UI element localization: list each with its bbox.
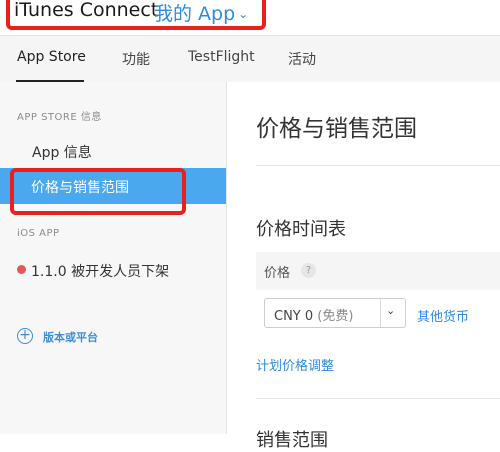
page-title: 价格与销售范围 — [256, 116, 417, 142]
price-select[interactable]: CNY 0 (免费) ⌄ — [264, 298, 406, 328]
price-select-note: (免费) — [317, 309, 354, 324]
sidebar: APP STORE 信息 App 信息 价格与销售范围 iOS APP 1.1.… — [0, 82, 227, 434]
price-select-value: CNY 0 (免费) — [274, 305, 353, 324]
top-tabs: App Store 功能 TestFlight 活动 — [0, 35, 500, 83]
sidebar-section-app-store: APP STORE 信息 — [17, 112, 102, 123]
sidebar-item-version[interactable]: 1.1.0 被开发人员下架 — [31, 261, 169, 281]
divider — [256, 398, 500, 399]
other-currencies-link[interactable]: 其他货币 — [417, 306, 469, 325]
highlight-annotation-top — [6, 0, 266, 30]
chevron-down-icon: ⌄ — [386, 304, 396, 317]
price-label: 价格 — [264, 266, 291, 281]
sidebar-section-ios-app: iOS APP — [17, 228, 60, 239]
availability-heading: 销售范围 — [256, 430, 328, 451]
top-bar: iTunes Connect 我的 App ⌄ — [0, 0, 500, 34]
highlight-annotation-sidebar — [10, 168, 186, 215]
select-divider — [380, 299, 381, 327]
price-header-row: 价格 ? — [256, 252, 500, 290]
divider — [256, 165, 500, 166]
status-dot-icon — [17, 265, 26, 274]
sidebar-item-app-info[interactable]: App 信息 — [32, 142, 92, 162]
plan-price-change-link[interactable]: 计划价格调整 — [256, 355, 334, 374]
help-icon[interactable]: ? — [301, 263, 316, 278]
price-select-amount: CNY 0 — [274, 309, 314, 324]
price-schedule-heading: 价格时间表 — [256, 219, 346, 240]
main-content: 价格与销售范围 价格时间表 价格 ? CNY 0 (免费) ⌄ 其他货币 计划价… — [227, 82, 500, 451]
add-version-platform-label: 版本或平台 — [43, 331, 98, 344]
plus-circle-icon: + — [17, 328, 33, 344]
tab-activity[interactable]: 活动 — [288, 49, 316, 69]
tab-testflight[interactable]: TestFlight — [188, 49, 255, 65]
tab-app-store[interactable]: App Store — [17, 49, 86, 65]
tab-features[interactable]: 功能 — [122, 49, 150, 69]
